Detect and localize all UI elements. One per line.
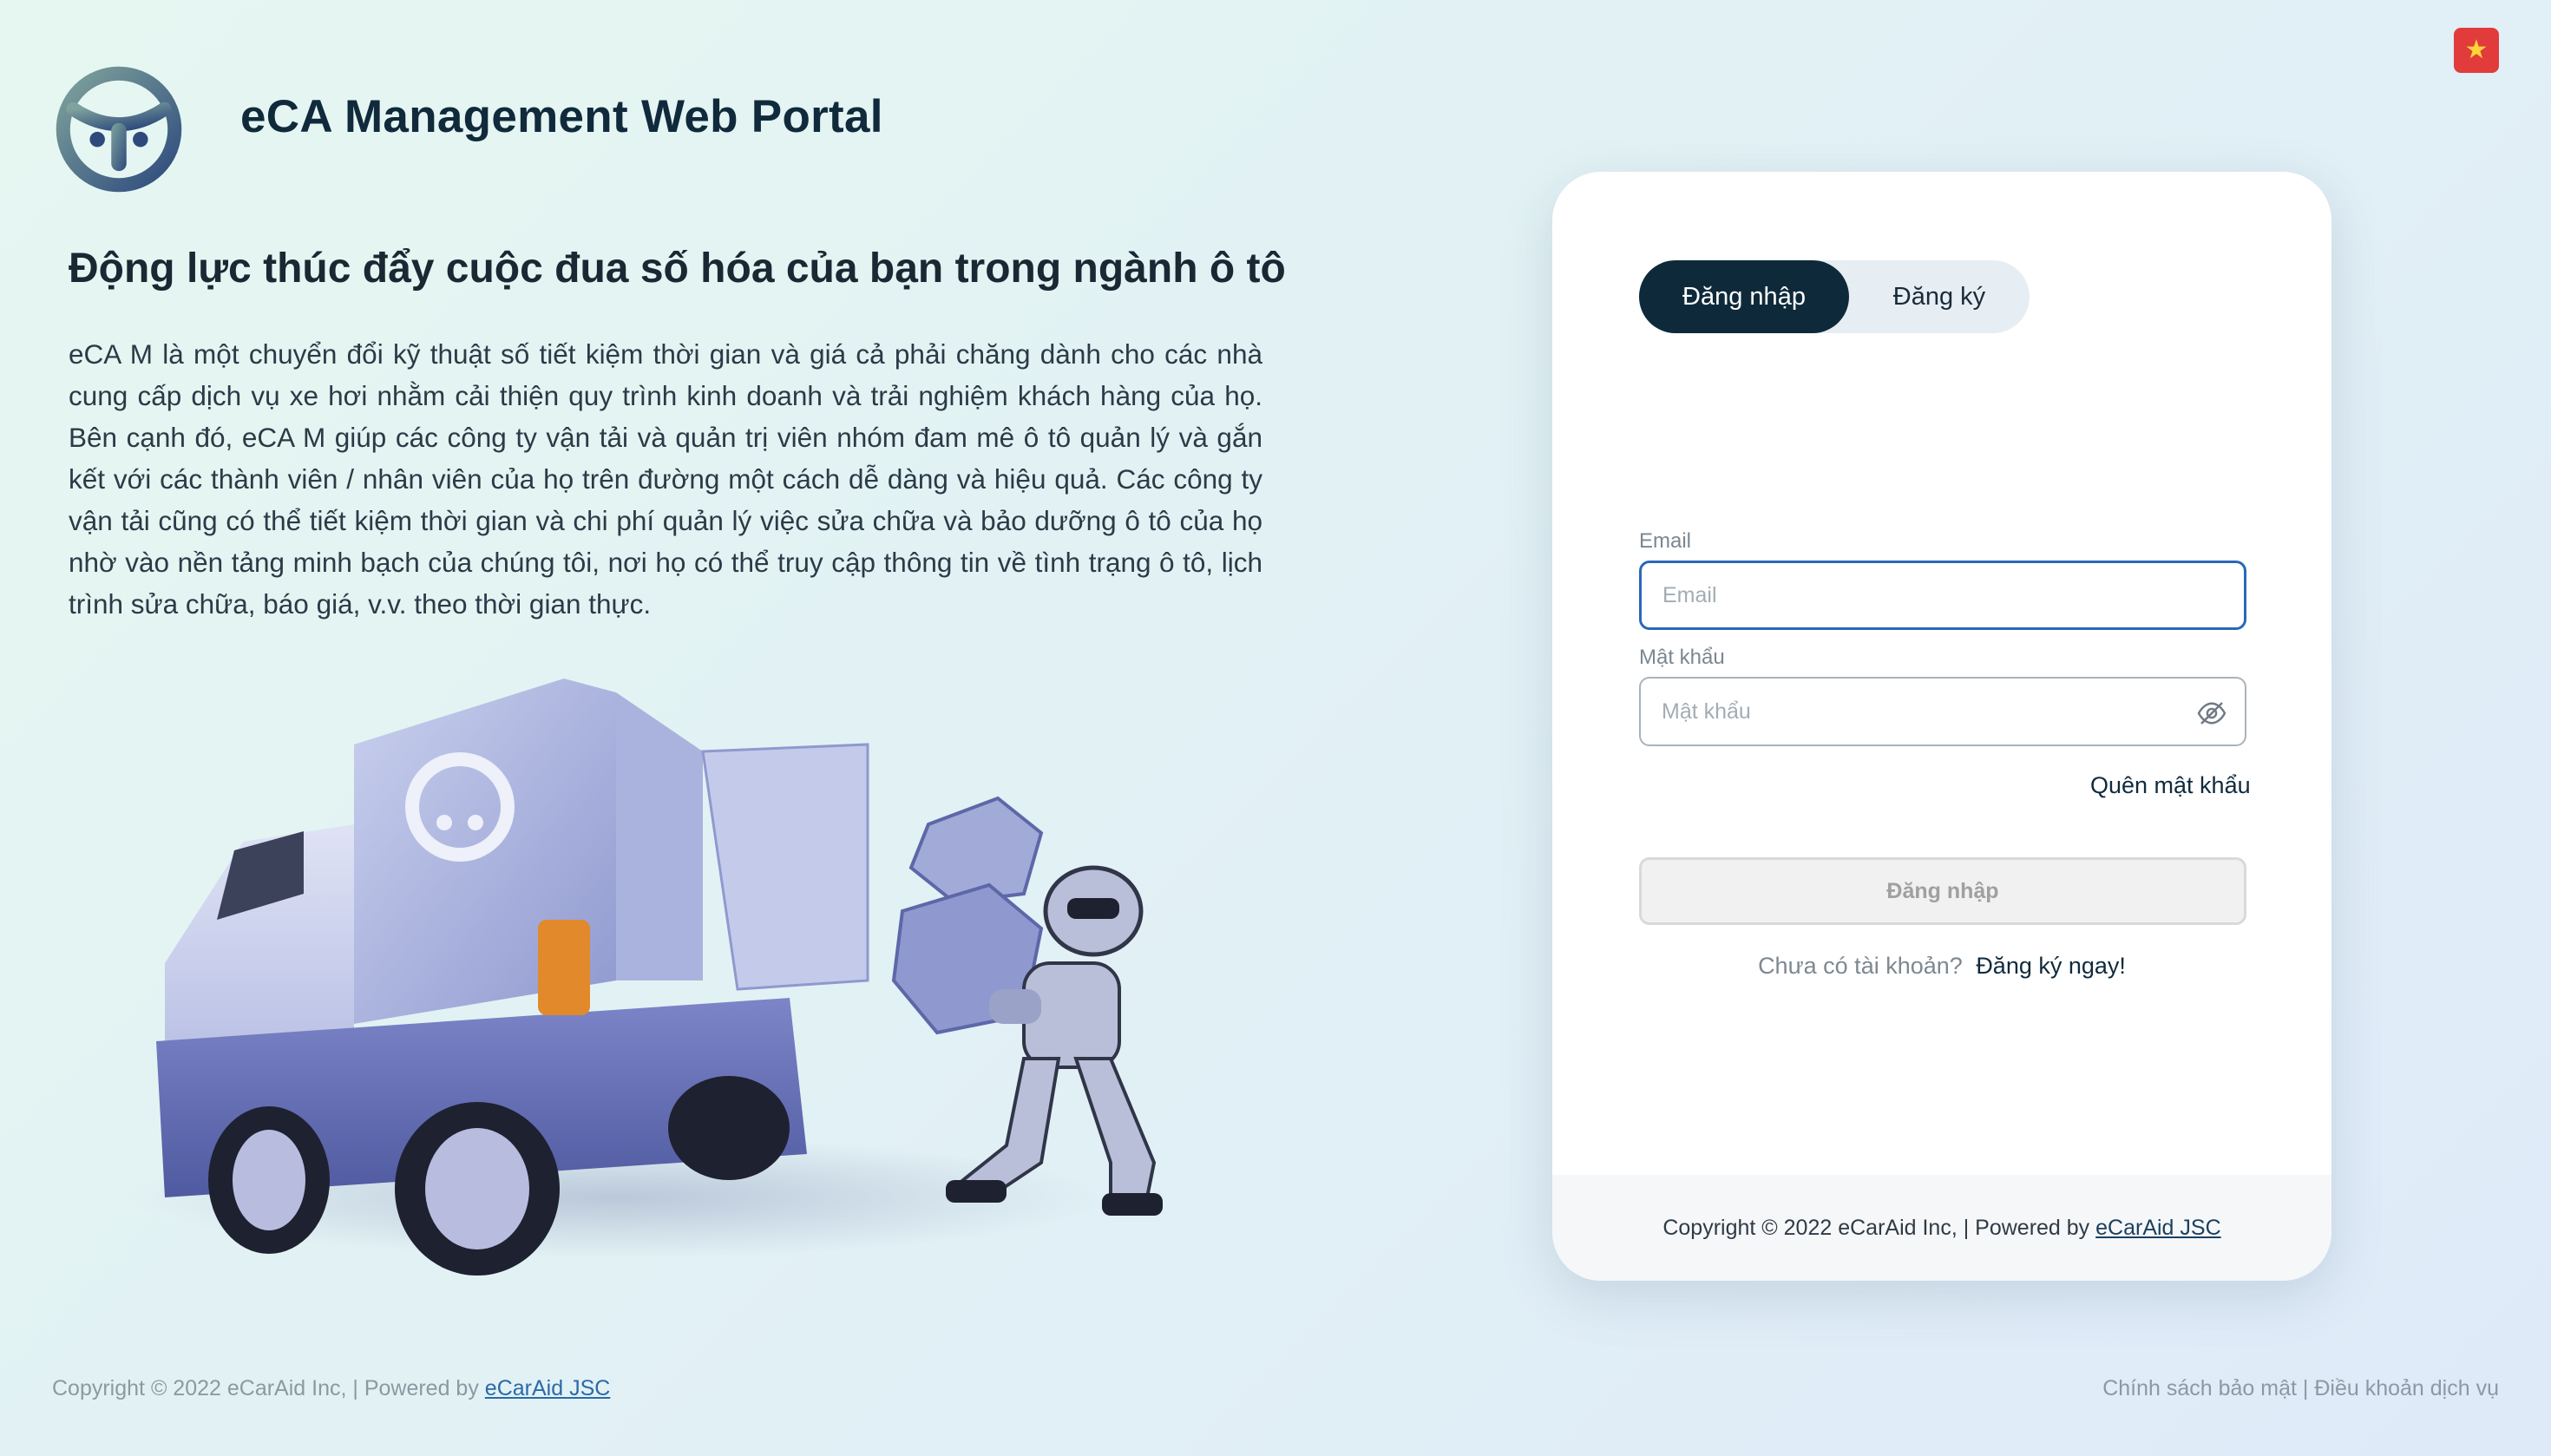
terms-of-service-link[interactable]: Điều khoản dịch vụ (2314, 1376, 2499, 1400)
password-input[interactable] (1641, 679, 2245, 744)
email-field-wrapper (1639, 561, 2246, 630)
login-submit-button[interactable]: Đăng nhập (1639, 857, 2246, 925)
email-input[interactable] (1642, 563, 2244, 627)
signup-question: Chưa có tài khoản? (1758, 953, 1963, 979)
page-company-link[interactable]: eCarAid JSC (485, 1376, 611, 1400)
tab-login[interactable]: Đăng nhập (1639, 260, 1849, 333)
eye-slash-icon[interactable] (2196, 698, 2227, 729)
signup-now-link[interactable]: Đăng ký ngay! (1976, 953, 2126, 979)
page-footer-copyright: Copyright © 2022 eCarAid Inc, | Powered … (52, 1376, 610, 1401)
email-label: Email (1639, 529, 1692, 553)
page-copyright-text: Copyright © 2022 eCarAid Inc, | Powered … (52, 1376, 479, 1400)
hero-headline: Động lực thúc đẩy cuộc đua số hóa của bạ… (69, 246, 1286, 292)
hero-description: eCA M là một chuyển đổi kỹ thuật số tiết… (69, 338, 1262, 620)
password-label: Mật khẩu (1639, 646, 1725, 669)
footer-policy-links: Chính sách bảo mật | Điều khoản dịch vụ (2102, 1376, 2499, 1401)
policy-separator: | (2302, 1376, 2309, 1400)
signup-prompt: Chưa có tài khoản? Đăng ký ngay! (1552, 953, 2331, 980)
privacy-policy-link[interactable]: Chính sách bảo mật (2102, 1376, 2297, 1400)
forgot-password-link[interactable]: Quên mật khẩu (2090, 772, 2251, 799)
portal-title: eCA Management Web Portal (240, 91, 883, 142)
card-footer: Copyright © 2022 eCarAid Inc, | Powered … (1552, 1175, 2331, 1281)
login-card: Đăng nhập Đăng ký Email Mật khẩu Quên mậ… (1552, 172, 2331, 1281)
password-field-wrapper (1639, 677, 2246, 746)
tab-register[interactable]: Đăng ký (1849, 260, 2030, 333)
delivery-truck-robot-illustration (130, 679, 1163, 1276)
card-company-link[interactable]: eCarAid JSC (2095, 1216, 2221, 1241)
auth-tabs: Đăng nhập Đăng ký (1639, 260, 2030, 333)
eca-logo (56, 66, 182, 193)
card-copyright-text: Copyright © 2022 eCarAid Inc, | Powered … (1662, 1215, 2090, 1240)
vietnam-flag-icon[interactable]: ★ (2454, 28, 2499, 73)
